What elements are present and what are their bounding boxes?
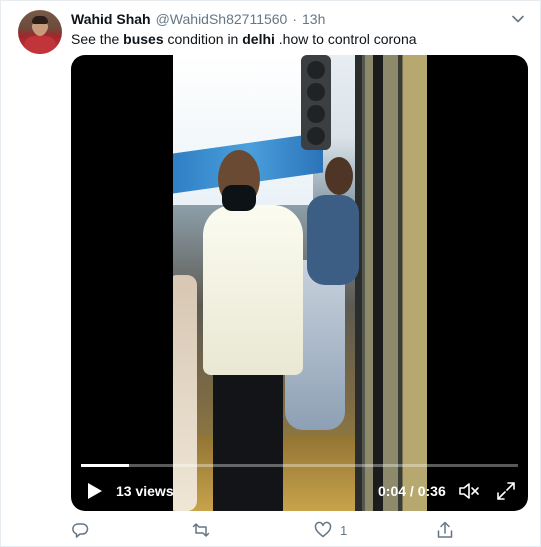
tweet-text-part: condition in	[163, 31, 243, 47]
person-blue-shirt	[307, 195, 359, 285]
face-mask	[222, 185, 256, 211]
reply-button[interactable]	[71, 519, 97, 541]
traffic-signal	[301, 55, 331, 150]
bus-door-bar	[373, 55, 383, 511]
tweet-card[interactable]: Wahid Shah @WahidSh82711560 · 13h See th…	[0, 0, 541, 547]
tweet-text: See the buses condition in delhi .how to…	[71, 30, 417, 48]
video-frame[interactable]	[173, 55, 427, 511]
person-main-shirt	[203, 205, 303, 375]
tweet-timestamp[interactable]: 13h	[302, 11, 325, 27]
person-blue-head	[325, 157, 353, 195]
tweet-actions: 1	[71, 519, 461, 541]
volume-muted-icon[interactable]	[458, 481, 480, 501]
heart-icon	[314, 521, 332, 538]
duration: 0:36	[417, 483, 446, 499]
fullscreen-icon[interactable]	[496, 481, 516, 501]
hashtag-delhi[interactable]: delhi	[242, 31, 275, 47]
like-button[interactable]: 1	[314, 519, 347, 541]
tweet-text-part: .how to control corona	[274, 31, 417, 47]
play-icon[interactable]	[86, 482, 104, 500]
retweet-button[interactable]	[192, 519, 218, 541]
avatar-hair	[32, 16, 48, 24]
author-handle[interactable]: @WahidSh82711560	[156, 11, 288, 27]
reply-icon	[72, 523, 89, 538]
header-separator: ·	[292, 11, 298, 27]
time-separator: /	[409, 483, 414, 499]
author-name[interactable]: Wahid Shah	[71, 11, 151, 27]
current-time: 0:04	[378, 483, 407, 499]
video-progress-fill	[81, 464, 130, 467]
retweet-icon	[192, 523, 210, 537]
avatar[interactable]	[18, 10, 62, 54]
video-timecode: 0:04 / 0:36	[378, 483, 446, 499]
share-icon	[437, 521, 453, 538]
like-count: 1	[340, 522, 348, 538]
tweet-header: Wahid Shah @WahidSh82711560 · 13h	[71, 10, 325, 28]
avatar-shirt	[24, 36, 56, 54]
share-button[interactable]	[436, 519, 462, 541]
video-progress-bar[interactable]	[81, 464, 518, 467]
video-player[interactable]: 13 views 0:04 / 0:36	[71, 55, 528, 511]
chevron-down-icon[interactable]	[510, 11, 526, 27]
bus-door	[355, 55, 427, 511]
view-count: 13 views	[116, 483, 174, 499]
tweet-text-part: See the	[71, 31, 124, 47]
hashtag-buses[interactable]: buses	[123, 31, 163, 47]
video-controls: 13 views 0:04 / 0:36	[71, 473, 528, 509]
